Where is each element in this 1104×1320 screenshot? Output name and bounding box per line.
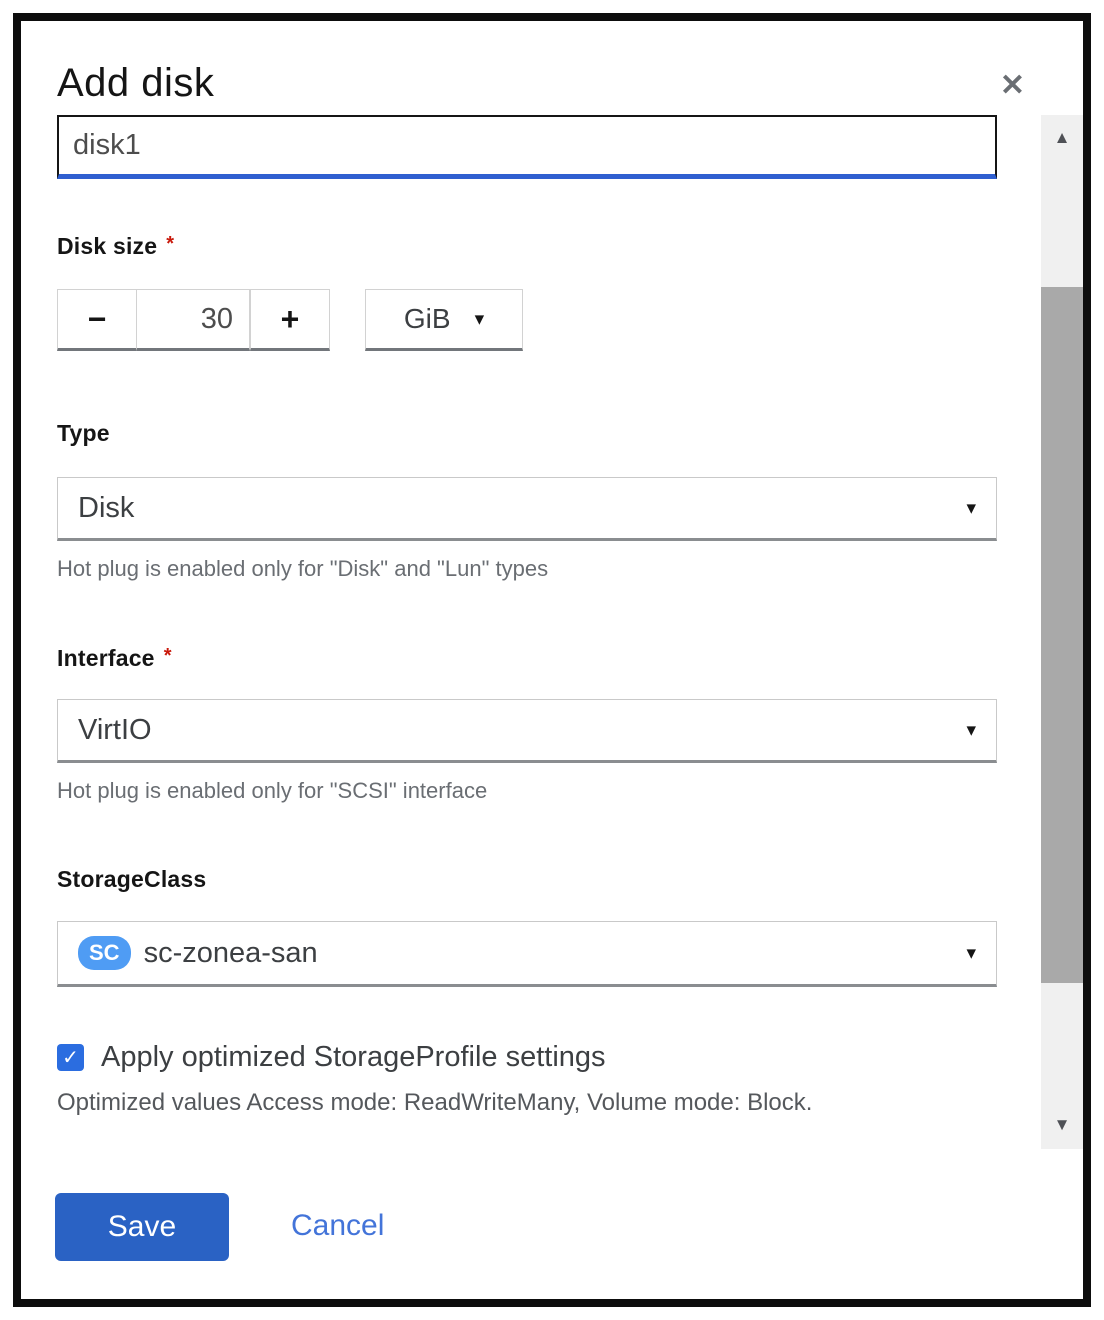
interface-helper-text: Hot plug is enabled only for "SCSI" inte…	[57, 778, 487, 804]
required-asterisk: *	[166, 233, 174, 255]
interface-label-text: Interface	[57, 645, 155, 671]
check-icon: ✓	[62, 1048, 79, 1068]
disk-name-input[interactable]	[57, 115, 997, 179]
type-select[interactable]: Disk ▾	[57, 477, 997, 541]
save-button[interactable]: Save	[55, 1193, 229, 1261]
decrement-button[interactable]: −	[57, 289, 137, 351]
storageprofile-checkbox-label: Apply optimized StorageProfile settings	[101, 1041, 606, 1074]
interface-select[interactable]: VirtIO ▾	[57, 699, 997, 763]
disk-size-value-input[interactable]	[136, 289, 250, 351]
add-disk-modal: Add disk ✕ Disk size * − + GiB ▾ Type Dis…	[13, 13, 1091, 1307]
storageclass-value: sc-zonea-san	[144, 937, 318, 970]
scroll-up-icon[interactable]: ▲	[1041, 129, 1083, 146]
disk-size-stepper: − +	[57, 289, 330, 351]
storageprofile-checkbox-row[interactable]: ✓ Apply optimized StorageProfile setting…	[57, 1041, 606, 1074]
unit-value: GiB	[404, 303, 451, 335]
increment-button[interactable]: +	[250, 289, 330, 351]
disk-size-label-text: Disk size	[57, 233, 157, 259]
type-label: Type	[57, 420, 110, 447]
caret-down-icon: ▾	[966, 721, 976, 740]
caret-down-icon: ▾	[966, 499, 976, 518]
page-title: Add disk	[57, 61, 214, 106]
storageclass-label: StorageClass	[57, 866, 206, 893]
scrollbar-thumb[interactable]	[1041, 287, 1083, 983]
type-value: Disk	[78, 492, 134, 525]
required-asterisk: *	[164, 645, 172, 667]
storageprofile-checkbox[interactable]: ✓	[57, 1044, 84, 1071]
storageclass-badge: SC	[78, 936, 131, 970]
vertical-scrollbar[interactable]: ▲ ▼	[1041, 115, 1083, 1149]
disk-size-label: Disk size *	[57, 233, 174, 260]
disk-size-unit-select[interactable]: GiB ▾	[365, 289, 523, 351]
close-icon[interactable]: ✕	[1000, 71, 1025, 101]
cancel-button[interactable]: Cancel	[291, 1209, 384, 1243]
type-helper-text: Hot plug is enabled only for "Disk" and …	[57, 556, 548, 582]
interface-value: VirtIO	[78, 714, 152, 747]
storageprofile-helper-text: Optimized values Access mode: ReadWriteM…	[57, 1089, 812, 1117]
interface-label: Interface *	[57, 645, 172, 672]
caret-down-icon: ▾	[966, 944, 976, 963]
storageclass-select[interactable]: SC sc-zonea-san ▾	[57, 921, 997, 987]
caret-down-icon: ▾	[475, 310, 485, 329]
scroll-down-icon[interactable]: ▼	[1041, 1116, 1083, 1133]
